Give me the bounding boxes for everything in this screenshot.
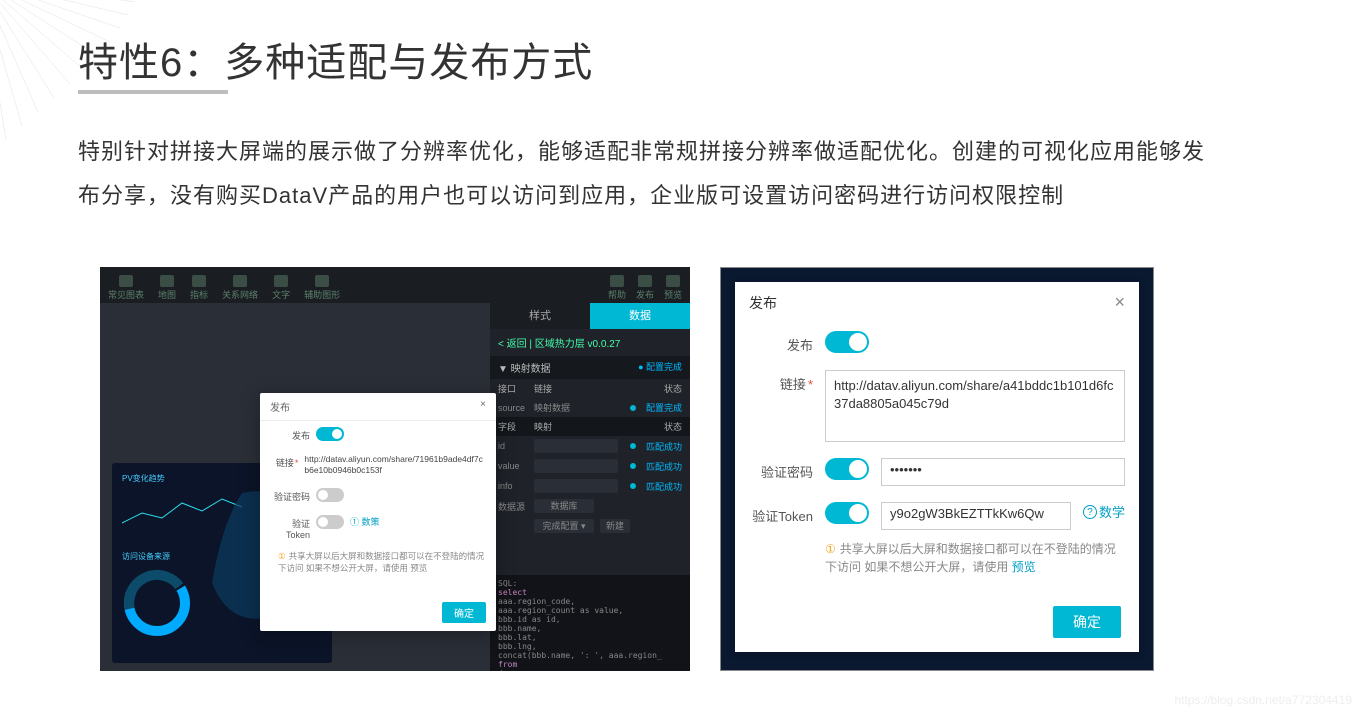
toolbar-label: 指标 [190,288,208,301]
properties-panel: 样式 数据 < 返回 | 区域热力层 v0.0.27 ▼ 映射数据 ● 配置完成… [490,303,690,671]
toolbar-item-text[interactable]: 文字 [272,275,290,301]
toolbar-item-metric[interactable]: 指标 [190,275,208,301]
warning-icon: ① [825,542,836,556]
section-status: ● 配置完成 [638,360,682,375]
body-paragraph: 特别针对拼接大屏端的展示做了分辨率优化，能够适配非常规拼接分辨率做适配优化。创建… [78,130,1208,218]
toolbar-item-map[interactable]: 地图 [158,275,176,301]
publish-label: 发布 [749,331,813,354]
preview-link[interactable]: 预览 [1012,560,1036,574]
datasource-row: 数据源数据库 [490,496,690,516]
token-toggle[interactable] [825,502,869,524]
sql-editor[interactable]: SQL: select aaa.region_code, aaa.region_… [490,575,690,671]
toolbar-label: 文字 [272,288,290,301]
title-underline [78,90,228,94]
dialog-title: 发布 [749,293,777,313]
warning-icon: ① [278,551,286,561]
token-label: 验证Token [270,515,310,540]
breadcrumb[interactable]: < 返回 | 区域热力层 v0.0.27 [490,329,690,356]
link-label: 链接 [270,454,298,469]
password-toggle[interactable] [316,488,344,502]
header-row: 接口链接状态 [490,379,690,398]
publish-toggle[interactable] [825,331,869,353]
toolbar-label: 帮助 [608,288,626,301]
toolbar-item-network[interactable]: 关系网络 [222,275,258,301]
svg-text:PV变化趋势: PV变化趋势 [122,473,165,483]
password-field[interactable]: ••••••• [881,458,1125,486]
toolbar-label: 预览 [664,288,682,301]
section-title: ▼ 映射数据 [498,360,551,375]
publish-dialog-large: 发布 × 发布 链接 http://datav.aliyun.com/share… [735,282,1139,652]
toolbar-item-aux[interactable]: 辅助图形 [304,275,340,301]
share-link[interactable]: http://datav.aliyun.com/share/71961b9ade… [304,454,486,476]
toolbar-preview[interactable]: 预览 [664,275,682,301]
tab-data[interactable]: 数据 [590,303,690,329]
dialog-title: 发布 [270,399,290,414]
publish-dialog-small: 发布 × 发布 链接 http://datav.aliyun.com/share… [260,393,496,631]
editor-toolbar: 常见图表 地图 指标 关系网络 文字 辅助图形 帮助 发布 预览 [100,267,690,303]
tab-style[interactable]: 样式 [490,303,590,329]
toolbar-label: 辅助图形 [304,288,340,301]
policy-link[interactable]: ① 数策 [350,515,380,528]
share-hint: ①共享大屏以后大屏和数据接口都可以在不登陆的情况下访问 如果不想公开大屏，请使用… [735,538,1139,576]
password-toggle[interactable] [825,458,869,480]
grid-row: id匹配成功 [490,436,690,456]
watermark: https://blog.csdn.net/a772304419 [1175,693,1352,707]
page-title: 特性6：多种适配与发布方式 [78,30,593,88]
password-label: 验证密码 [749,458,813,481]
ok-button[interactable]: 确定 [442,602,486,623]
grid-header: 字段映射状态 [490,417,690,436]
toolbar-label: 常见图表 [108,288,144,301]
question-icon: ? [1083,505,1097,519]
section-mapping[interactable]: ▼ 映射数据 ● 配置完成 [490,356,690,379]
token-toggle[interactable] [316,515,344,529]
data-row: source映射数据配置完成 [490,398,690,417]
publish-toggle[interactable] [316,427,344,441]
editor-screenshot: 常见图表 地图 指标 关系网络 文字 辅助图形 帮助 发布 预览 PV变化趋势 … [100,267,690,671]
token-label: 验证Token [749,502,813,525]
grid-row: info匹配成功 [490,476,690,496]
link-label: 链接 [749,370,813,393]
toolbar-help[interactable]: 帮助 [608,275,626,301]
share-hint: ①共享大屏以后大屏和数据接口都可以在不登陆的情况下访问 如果不想公开大屏，请使用… [260,546,496,574]
grid-row: value匹配成功 [490,456,690,476]
toolbar-label: 关系网络 [222,288,258,301]
publish-dialog-screenshot: 发布 × 发布 链接 http://datav.aliyun.com/share… [720,267,1154,671]
close-icon[interactable]: × [1114,292,1125,313]
svg-text:访问设备来源: 访问设备来源 [122,551,170,561]
publish-label: 发布 [270,427,310,442]
toolbar-label: 地图 [158,288,176,301]
help-link[interactable]: ?数学 [1083,502,1125,521]
toolbar-item-charts[interactable]: 常见图表 [108,275,144,301]
sql-label: SQL: [498,579,682,588]
close-icon[interactable]: × [480,399,486,414]
share-link-box[interactable]: http://datav.aliyun.com/share/a41bddc1b1… [825,370,1125,442]
toolbar-publish[interactable]: 发布 [636,275,654,301]
datasource-select-row: 完成配置 ▾新建 [490,516,690,536]
token-field[interactable]: y9o2gW3BkEZTTkKw6Qw [881,502,1071,530]
ok-button[interactable]: 确定 [1053,606,1121,638]
password-label: 验证密码 [270,488,310,503]
toolbar-label: 发布 [636,288,654,301]
